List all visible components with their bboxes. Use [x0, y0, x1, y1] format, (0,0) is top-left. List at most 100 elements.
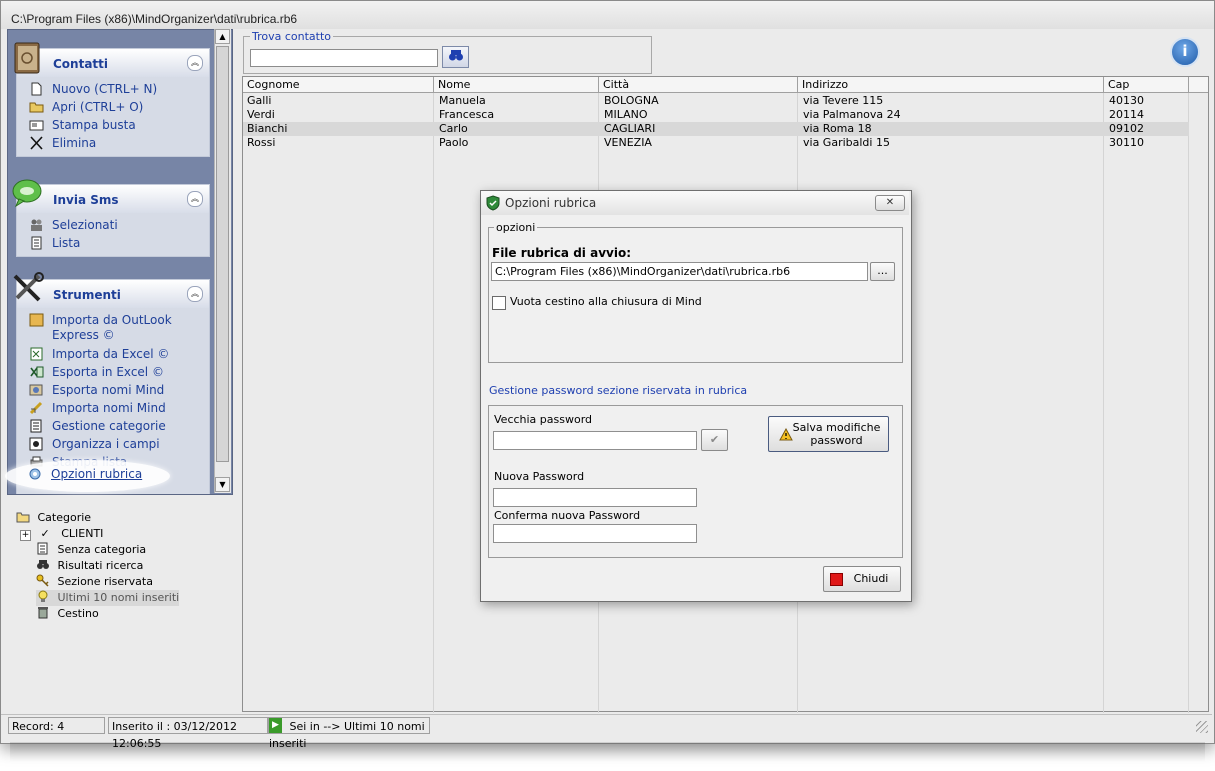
- cell-cognome: Galli: [247, 94, 272, 107]
- dialog-title-bar[interactable]: Opzioni rubrica ✕: [481, 191, 909, 215]
- tree-root[interactable]: Categorie: [16, 510, 91, 526]
- info-icon[interactable]: i: [1170, 37, 1200, 67]
- collapse-chevron-icon[interactable]: ︽: [187, 286, 203, 302]
- key-icon: [36, 574, 49, 587]
- checkmark-icon: ✔: [709, 433, 720, 446]
- close-button[interactable]: Chiudi: [823, 566, 901, 592]
- cell-citta: MILANO: [604, 108, 648, 121]
- categories-tree: Categorie + ✓ CLIENTI Senza categoria Ri…: [8, 508, 230, 708]
- options-legend: opzioni: [494, 221, 538, 234]
- cell-cognome: Rossi: [247, 136, 276, 149]
- expand-plus-icon[interactable]: +: [20, 530, 31, 541]
- sidebar-item-stampa-busta[interactable]: Stampa busta: [17, 116, 209, 134]
- excel-import-icon: [30, 347, 43, 361]
- tree-item-clienti[interactable]: + ✓ CLIENTI: [20, 526, 103, 542]
- excel-export-icon: [30, 366, 44, 378]
- cell-indirizzo: via Garibaldi 15: [803, 136, 890, 149]
- file-path-input[interactable]: C:\Program Files (x86)\MindOrganizer\dat…: [491, 262, 868, 281]
- tree-item-sezione-riservata[interactable]: Sezione riservata: [36, 574, 153, 590]
- cell-nome: Francesca: [439, 108, 495, 121]
- empty-trash-checkbox[interactable]: [492, 296, 506, 310]
- new-document-icon: [31, 82, 42, 96]
- table-row[interactable]: Verdi Francesca MILANO via Palmanova 24 …: [243, 108, 1189, 122]
- column-header-citta[interactable]: Città: [599, 77, 798, 92]
- group-contatti-body: Nuovo (CTRL+ N) Apri (CTRL+ O) Stampa bu…: [16, 77, 210, 157]
- new-password-input[interactable]: [493, 488, 697, 507]
- grid-line: [433, 93, 434, 713]
- grid-line: [1188, 93, 1189, 713]
- verify-check-button[interactable]: ✔: [701, 429, 728, 451]
- confirm-password-label: Conferma nuova Password: [494, 509, 641, 522]
- dialog-title: Opzioni rubrica: [505, 196, 597, 210]
- search-button[interactable]: [442, 46, 469, 68]
- scroll-up-arrow-icon[interactable]: ▲: [215, 29, 230, 44]
- status-record: Record: 4: [8, 717, 105, 734]
- cell-citta: VENEZIA: [604, 136, 652, 149]
- sidebar-item-esporta-nomi[interactable]: Esporta nomi Mind: [17, 381, 209, 399]
- group-contatti-header[interactable]: Contatti ︽: [14, 42, 210, 77]
- tree-item-cestino[interactable]: Cestino: [36, 606, 99, 622]
- close-button-label: Chiudi: [853, 572, 889, 585]
- dialog-close-button[interactable]: ✕: [875, 195, 905, 211]
- tasks-panel: Contatti ︽ Nuovo (CTRL+ N) Apri (CTRL+ O…: [7, 29, 233, 495]
- sidebar-item-importa-excel[interactable]: Importa da Excel ©: [17, 345, 209, 363]
- group-contatti: Contatti ︽ Nuovo (CTRL+ N) Apri (CTRL+ O…: [14, 42, 210, 157]
- table-row[interactable]: Bianchi Carlo CAGLIARI via Roma 18 09102: [243, 122, 1189, 136]
- sidebar-item-gestione-categorie[interactable]: Gestione categorie: [17, 417, 209, 435]
- column-header-nome[interactable]: Nome: [434, 77, 599, 92]
- sidebar-item-elimina[interactable]: Elimina: [17, 134, 209, 152]
- empty-trash-label: Vuota cestino alla chiusura di Mind: [510, 295, 702, 308]
- categories-icon: [30, 419, 42, 433]
- collapse-chevron-icon[interactable]: ︽: [187, 55, 203, 71]
- collapse-chevron-icon[interactable]: ︽: [187, 191, 203, 207]
- binoculars-icon: [448, 50, 463, 61]
- options-icon: [29, 468, 41, 480]
- sidebar-item-opzioni-rubrica[interactable]: Opzioni rubrica: [16, 465, 231, 483]
- sidebar-item-importa-outlook[interactable]: Importa da OutLook Express ©: [17, 311, 209, 345]
- save-password-button[interactable]: Salva modifiche password: [768, 416, 889, 452]
- column-header-cognome[interactable]: Cognome: [243, 77, 434, 92]
- sidebar-item-importa-nomi[interactable]: Importa nomi Mind: [17, 399, 209, 417]
- group-title: Contatti: [53, 57, 109, 71]
- group-strumenti-header[interactable]: Strumenti ︽: [13, 272, 210, 308]
- cell-citta: CAGLIARI: [604, 122, 656, 135]
- delete-x-icon: [30, 136, 43, 150]
- table-row[interactable]: Galli Manuela BOLOGNA via Tevere 115 401…: [243, 94, 1189, 108]
- tree-item-risultati-ricerca[interactable]: Risultati ricerca: [36, 558, 143, 574]
- resize-grip-icon[interactable]: [1196, 721, 1208, 733]
- grid-line: [1103, 93, 1104, 713]
- column-header-indirizzo[interactable]: Indirizzo: [798, 77, 1104, 92]
- window-shadow: [10, 742, 1205, 762]
- search-input[interactable]: [250, 49, 438, 67]
- cell-citta: BOLOGNA: [604, 94, 659, 107]
- red-stop-icon: [830, 573, 843, 586]
- table-row[interactable]: Rossi Paolo VENEZIA via Garibaldi 15 301…: [243, 136, 1189, 150]
- confirm-password-input[interactable]: [493, 524, 697, 543]
- fields-icon: [29, 437, 43, 451]
- tree-item-ultimi-10[interactable]: Ultimi 10 nomi inseriti: [36, 590, 180, 606]
- sidebar-item-esporta-excel[interactable]: Esporta in Excel ©: [17, 363, 209, 381]
- sidebar-item-selezionati[interactable]: Selezionati: [17, 216, 209, 234]
- search-legend: Trova contatto: [250, 30, 334, 43]
- sms-bubble-icon: [12, 179, 42, 208]
- group-sms-body: Selezionati Lista: [16, 213, 210, 257]
- sidebar-item-organizza-campi[interactable]: Organizza i campi: [17, 435, 209, 453]
- old-password-label: Vecchia password: [494, 413, 593, 426]
- cell-cap: 30110: [1109, 136, 1144, 149]
- column-header-cap[interactable]: Cap: [1104, 77, 1189, 92]
- scroll-thumb[interactable]: [216, 46, 229, 462]
- check-icon: ✓: [40, 527, 50, 540]
- save-password-label-2: password: [810, 434, 863, 447]
- sidebar-item-apri[interactable]: Apri (CTRL+ O): [17, 98, 209, 116]
- group-sms-header[interactable]: Invia Sms ︽: [12, 179, 210, 213]
- sidebar-item-nuovo[interactable]: Nuovo (CTRL+ N): [17, 80, 209, 98]
- sidebar-scrollbar[interactable]: ▲ ▼: [214, 29, 231, 493]
- options-dialog: Opzioni rubrica ✕ opzioni File rubrica d…: [480, 190, 912, 602]
- tree-item-senza-categoria[interactable]: Senza categoria: [36, 542, 146, 558]
- old-password-input[interactable]: [493, 431, 697, 450]
- password-section-title: Gestione password sezione riservata in r…: [489, 384, 748, 397]
- sidebar-item-lista[interactable]: Lista: [17, 234, 209, 252]
- trash-icon: [38, 607, 48, 619]
- lightbulb-icon: [38, 590, 48, 602]
- browse-button[interactable]: ...: [870, 262, 895, 281]
